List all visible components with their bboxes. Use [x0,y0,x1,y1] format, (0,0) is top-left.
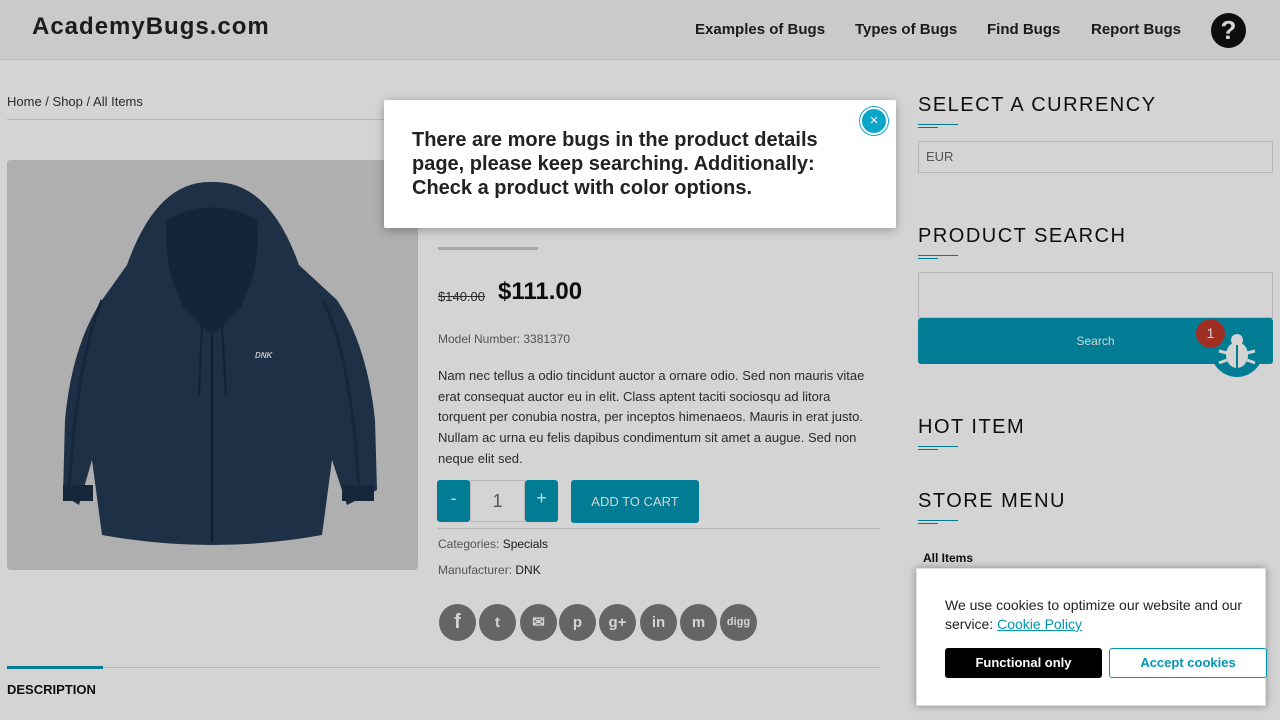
accept-cookies-button[interactable]: Accept cookies [1109,648,1267,678]
cookie-text: We use cookies to optimize our website a… [945,597,1243,632]
functional-only-button[interactable]: Functional only [945,648,1102,678]
modal-message: There are more bugs in the product detai… [412,129,818,199]
bug-hint-modal: There are more bugs in the product detai… [384,100,896,228]
cookie-banner: We use cookies to optimize our website a… [916,568,1267,706]
close-icon[interactable]: × [860,107,888,135]
cookie-message: We use cookies to optimize our website a… [945,596,1250,634]
cookie-policy-link[interactable]: Cookie Policy [997,616,1082,632]
